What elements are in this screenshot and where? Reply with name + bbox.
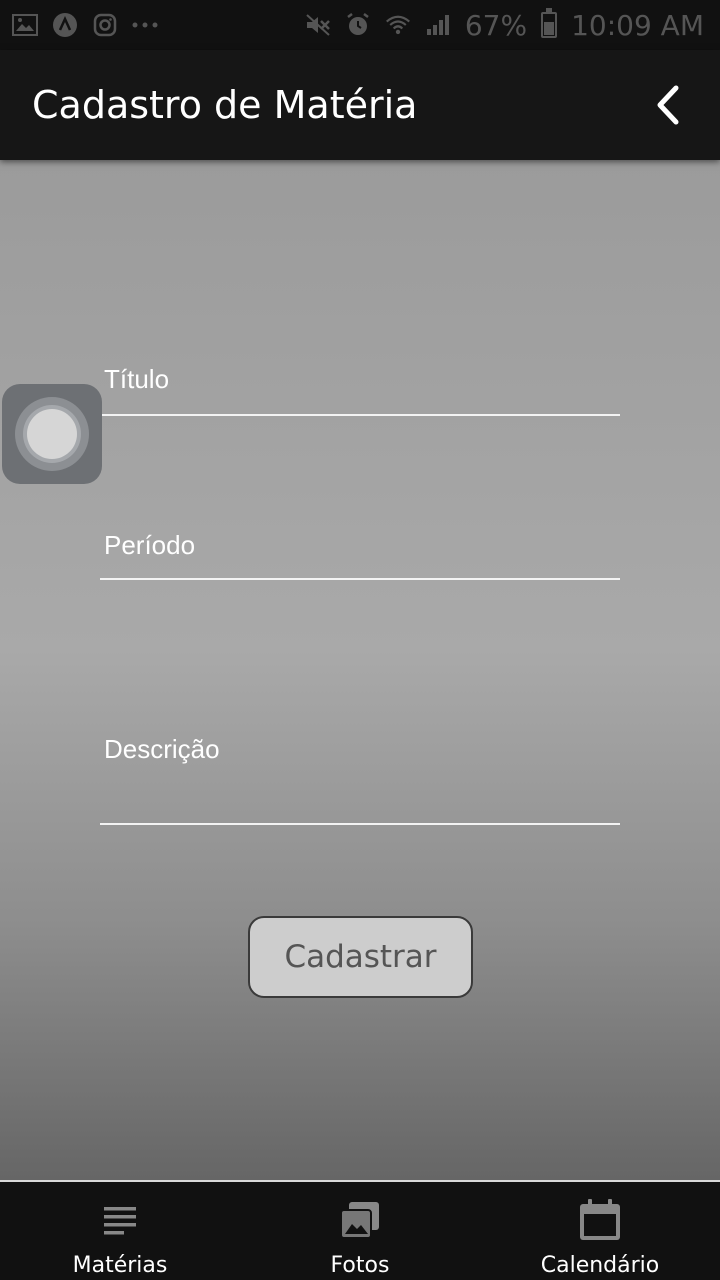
battery-icon [541,8,558,38]
nav-label-calendario: Calendário [540,1253,660,1278]
mute-icon [305,13,331,37]
titulo-label: Título [104,364,170,394]
status-right-icons: 67% 10:09 AM [305,8,704,42]
photos-icon [337,1198,383,1242]
app-bar: Cadastro de Matéria [0,50,720,160]
nav-label-materias: Matérias [72,1253,168,1278]
back-button[interactable] [648,85,688,125]
periodo-field[interactable]: Período [100,520,620,580]
status-bar: 67% 10:09 AM [0,0,720,50]
descricao-field[interactable]: Descrição [100,724,620,825]
instagram-icon [92,13,118,37]
wifi-icon [385,13,411,37]
descricao-label: Descrição [104,734,220,764]
chevron-left-icon [657,85,679,125]
calendar-icon [577,1198,623,1242]
page-title: Cadastro de Matéria [32,83,418,127]
nav-label-fotos: Fotos [330,1253,390,1278]
app-icon [52,13,78,37]
gallery-icon [12,13,38,37]
nav-item-calendario[interactable]: Calendário [480,1182,720,1280]
alarm-icon [345,13,371,37]
form-area: Título Período Descrição Cadastrar [0,160,720,1180]
assistive-touch-button[interactable] [2,384,102,484]
list-icon [97,1198,143,1242]
signal-icon [425,13,451,37]
periodo-label: Período [104,530,196,560]
nav-item-materias[interactable]: Matérias [0,1182,240,1280]
clock: 10:09 AM [571,8,704,42]
battery-percent: 67% [464,8,528,42]
cadastrar-button[interactable]: Cadastrar [248,916,473,998]
bottom-navigation: Matérias Fotos Calendário [0,1180,720,1280]
titulo-field[interactable]: Título [100,356,620,416]
assistive-touch-icon [15,397,89,471]
nav-item-fotos[interactable]: Fotos [240,1182,480,1280]
status-left-icons [12,13,158,37]
more-icon [132,13,158,37]
